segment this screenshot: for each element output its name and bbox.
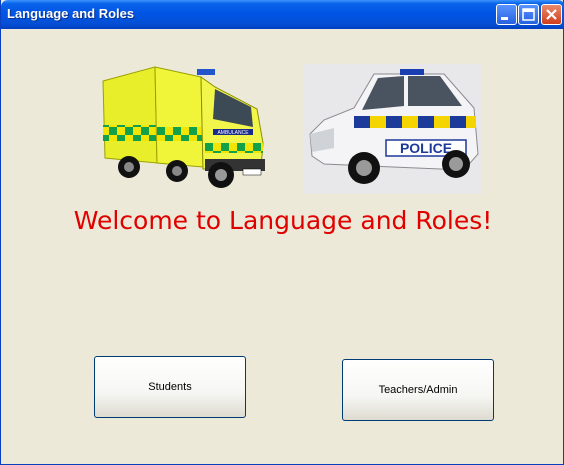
students-button[interactable]: Students: [94, 356, 246, 418]
students-button-label: Students: [148, 381, 192, 393]
police-text: POLICE: [400, 140, 452, 156]
maximize-icon: [522, 8, 535, 21]
minimize-button[interactable]: [496, 4, 517, 25]
close-icon: [546, 9, 557, 20]
teachers-admin-button[interactable]: Teachers/Admin: [342, 359, 494, 421]
close-button[interactable]: [541, 4, 562, 25]
ambulance-text: AMBULANCE: [217, 130, 249, 136]
title-bar[interactable]: Language and Roles: [1, 0, 564, 29]
maximize-button[interactable]: [518, 4, 539, 25]
app-window: Language and Roles AMBULANCE POLICE Welc…: [0, 0, 564, 465]
welcome-heading: Welcome to Language and Roles!: [73, 206, 493, 235]
ambulance-image: AMBULANCE: [102, 66, 265, 188]
window-title: Language and Roles: [7, 6, 135, 21]
police-car-image: POLICE: [304, 64, 482, 194]
minimize-icon: [501, 17, 508, 20]
teachers-admin-button-label: Teachers/Admin: [378, 384, 458, 396]
